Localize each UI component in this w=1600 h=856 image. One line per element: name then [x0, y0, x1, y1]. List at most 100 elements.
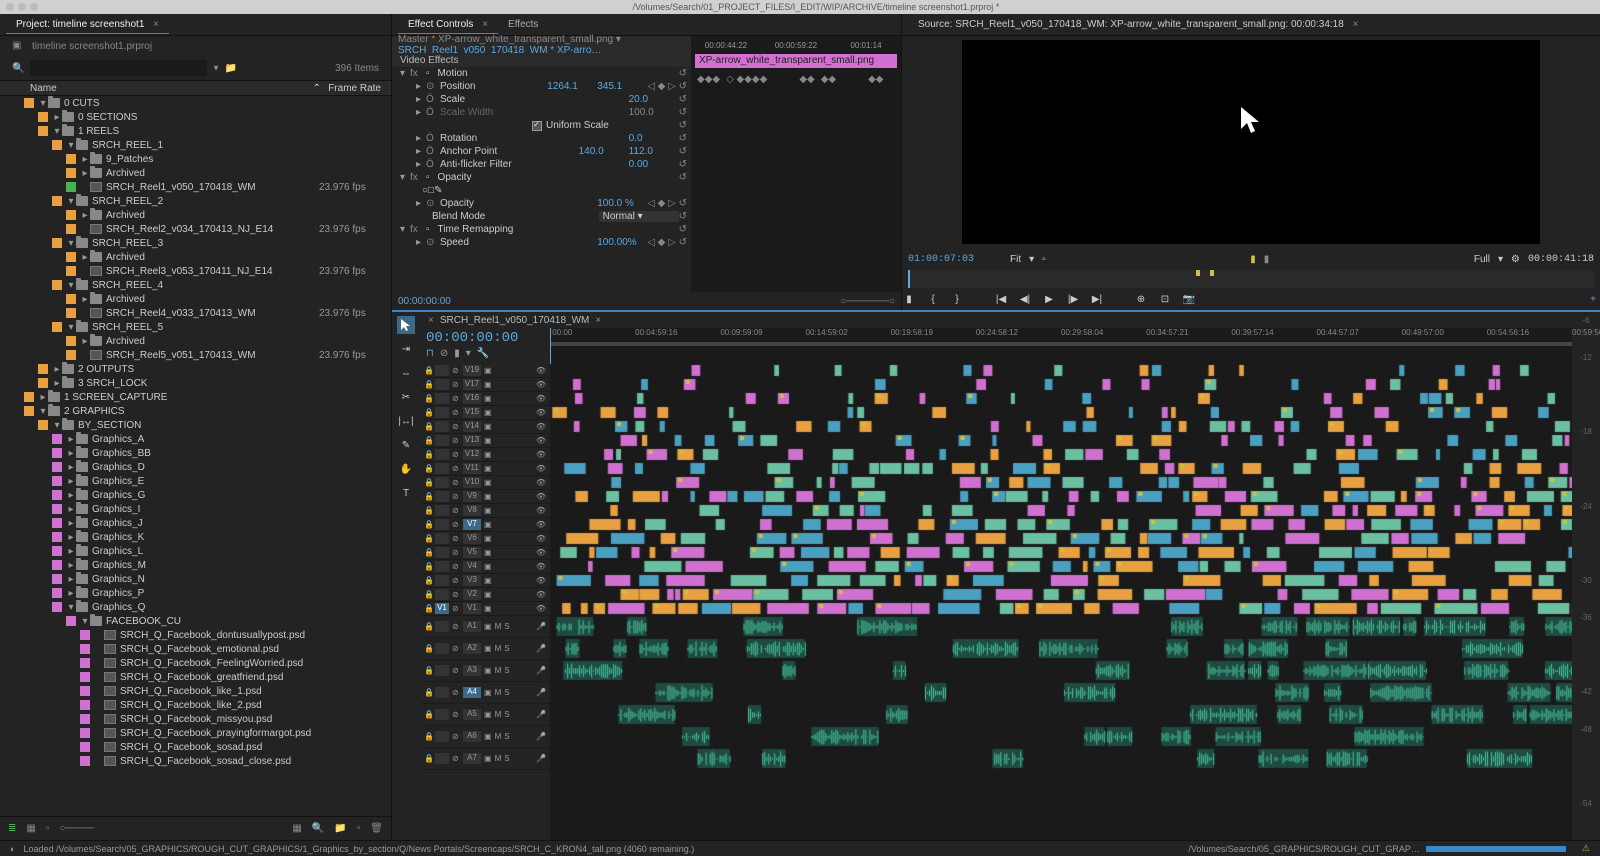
disclosure-arrow-icon[interactable]: ▸: [52, 364, 62, 375]
disclosure-arrow-icon[interactable]: ▸: [66, 448, 76, 459]
goto-in-button[interactable]: |◀: [994, 292, 1008, 306]
tab-project[interactable]: Project: timeline screenshot1 ×: [6, 16, 169, 34]
disclosure-arrow-icon[interactable]: ▸: [80, 154, 90, 165]
tree-item[interactable]: ▸3 SRCH_LOCK: [0, 376, 391, 390]
selection-tool[interactable]: [397, 316, 415, 334]
tree-item[interactable]: ▸Graphics_BB: [0, 446, 391, 460]
video-track-header[interactable]: 🔒⊘V8▣👁: [420, 504, 550, 518]
disclosure-arrow-icon[interactable]: ▾: [38, 406, 48, 417]
fx-dropdown-row[interactable]: Blend ModeNormal ▾↺: [392, 210, 691, 223]
tree-item[interactable]: ▾SRCH_REEL_1: [0, 138, 391, 152]
tree-item[interactable]: SRCH_Q_Facebook_sosad.psd: [0, 740, 391, 754]
disclosure-arrow-icon[interactable]: ▸: [66, 532, 76, 543]
new-bin-icon[interactable]: 📁: [224, 63, 236, 74]
disclosure-arrow-icon[interactable]: ▸: [66, 574, 76, 585]
disclosure-arrow-icon[interactable]: ▸: [38, 392, 48, 403]
snap-icon[interactable]: ⊓: [426, 348, 434, 359]
mark-in-button[interactable]: {: [926, 292, 940, 306]
mark-out-button[interactable]: }: [950, 292, 964, 306]
fx-property-row[interactable]: ▸ÖScale Width100.0↺: [392, 106, 691, 119]
timeline-timecode[interactable]: 00:00:00:00: [426, 330, 544, 346]
playhead[interactable]: [908, 270, 910, 288]
audio-track-header[interactable]: 🔒⊘A3▣MS🎤: [420, 660, 550, 682]
tree-item[interactable]: ▸Archived: [0, 166, 391, 180]
play-button[interactable]: ▶: [1042, 292, 1056, 306]
settings-icon[interactable]: ⚙: [1511, 254, 1520, 265]
video-track-header[interactable]: 🔒⊘V11▣👁: [420, 462, 550, 476]
disclosure-arrow-icon[interactable]: ▸: [66, 560, 76, 571]
disclosure-arrow-icon[interactable]: ▸: [80, 336, 90, 347]
audio-track-header[interactable]: 🔒⊘A5▣MS🎤: [420, 704, 550, 726]
disclosure-arrow-icon[interactable]: ▾: [66, 238, 76, 249]
zoom-slider[interactable]: ○────: [59, 823, 93, 834]
disclosure-arrow-icon[interactable]: ▸: [66, 504, 76, 515]
tab-source[interactable]: Source: SRCH_Reel1_v050_170418_WM: XP-ar…: [908, 16, 1368, 33]
fx-keyframe-row[interactable]: ◆◆◆ ◇ ◆◆◆◆ ◆◆ ◆◆ ◆◆: [691, 68, 901, 91]
tab-effect-controls[interactable]: Effect Controls ×: [398, 16, 498, 34]
disclosure-arrow-icon[interactable]: ▾: [66, 140, 76, 151]
audio-track-header[interactable]: 🔒⊘A7▣MS🎤: [420, 748, 550, 770]
video-track-header[interactable]: 🔒⊘V14▣👁: [420, 420, 550, 434]
fx-effect-header[interactable]: ▾fx▫Motion↺: [392, 67, 691, 80]
new-bin-icon[interactable]: 📁: [334, 823, 346, 834]
tree-item[interactable]: ▸Graphics_P: [0, 586, 391, 600]
video-track-header[interactable]: 🔒⊘V13▣👁: [420, 434, 550, 448]
tree-item[interactable]: ▸Graphics_M: [0, 558, 391, 572]
fx-property-row[interactable]: ▸ÖAnchor Point140.0112.0↺: [392, 145, 691, 158]
step-forward-button[interactable]: |▶: [1066, 292, 1080, 306]
sequence-tab[interactable]: SRCH_Reel1_v050_170418_WM: [440, 315, 590, 326]
icon-view-icon[interactable]: ▦: [26, 823, 35, 834]
video-track-header[interactable]: 🔒⊘V17▣👁: [420, 378, 550, 392]
slip-tool[interactable]: |↔|: [397, 412, 415, 430]
tree-item[interactable]: ▾SRCH_REEL_3: [0, 236, 391, 250]
disclosure-arrow-icon[interactable]: ▸: [80, 294, 90, 305]
marker-icon[interactable]: ▮: [454, 348, 460, 359]
source-video[interactable]: [962, 40, 1540, 244]
fx-timeline[interactable]: 00:00:44:2200:00:59:2200:01:14 XP-arrow_…: [691, 36, 901, 292]
tree-item[interactable]: ▸Graphics_D: [0, 460, 391, 474]
track-select-tool[interactable]: ⇥: [397, 340, 415, 358]
col-framerate[interactable]: Frame Rate: [321, 83, 391, 94]
tree-item[interactable]: ▸Graphics_A: [0, 432, 391, 446]
chevron-down-icon[interactable]: ▾: [1498, 254, 1503, 265]
tree-item[interactable]: ▾BY_SECTION: [0, 418, 391, 432]
tree-item[interactable]: SRCH_Reel5_v051_170413_WM23.976 fps: [0, 348, 391, 362]
fx-clip-bar[interactable]: XP-arrow_white_transparent_small.png: [695, 54, 897, 68]
disclosure-arrow-icon[interactable]: ▾: [80, 616, 90, 627]
audio-track-header[interactable]: 🔒⊘A2▣MS🎤: [420, 638, 550, 660]
tree-item[interactable]: ▸Archived: [0, 292, 391, 306]
fx-property-row[interactable]: ▸ÖRotation0.0↺: [392, 132, 691, 145]
tree-item[interactable]: SRCH_Q_Facebook_dontusuallypost.psd: [0, 628, 391, 642]
disclosure-arrow-icon[interactable]: ▾: [52, 126, 62, 137]
add-marker-button[interactable]: ▮: [902, 292, 916, 306]
fx-property-row[interactable]: ▸⊙Position1264.1345.1◁ ◆ ▷ ↺: [392, 80, 691, 93]
timeline-ruler[interactable]: :00:0000:04:59:1600:09:59:0900:14:59:020…: [550, 328, 1572, 364]
settings-icon[interactable]: ▾: [466, 348, 471, 359]
tree-item[interactable]: SRCH_Reel1_v050_170418_WM23.976 fps: [0, 180, 391, 194]
video-track-header[interactable]: 🔒⊘V2▣👁: [420, 588, 550, 602]
tree-item[interactable]: ▾SRCH_REEL_2: [0, 194, 391, 208]
fx-property-row[interactable]: ▸⊙Opacity100.0 %◁ ◆ ▷ ↺: [392, 197, 691, 210]
close-icon[interactable]: [6, 3, 14, 11]
zoom-scroll[interactable]: ○──────○: [840, 296, 895, 307]
tree-item[interactable]: ▸0 SECTIONS: [0, 110, 391, 124]
goto-out-button[interactable]: ▶|: [1090, 292, 1104, 306]
close-icon[interactable]: ×: [595, 315, 601, 326]
hand-tool[interactable]: ✋: [397, 460, 415, 478]
video-track-header[interactable]: 🔒⊘V3▣👁: [420, 574, 550, 588]
video-track-header[interactable]: 🔒⊘V19▣👁: [420, 364, 550, 378]
tab-effects[interactable]: Effects: [498, 16, 548, 34]
linked-selection-icon[interactable]: ⊘: [440, 348, 448, 359]
video-track-header[interactable]: 🔒⊘V10▣👁: [420, 476, 550, 490]
tree-item[interactable]: ▸1 SCREEN_CAPTURE: [0, 390, 391, 404]
video-track-header[interactable]: 🔒⊘V4▣👁: [420, 560, 550, 574]
find-icon[interactable]: 🔍: [312, 823, 324, 834]
tree-item[interactable]: SRCH_Q_Facebook_greatfriend.psd: [0, 670, 391, 684]
disclosure-arrow-icon[interactable]: ▸: [66, 476, 76, 487]
tree-item[interactable]: ▸Archived: [0, 208, 391, 222]
close-icon[interactable]: ×: [153, 19, 159, 30]
col-name[interactable]: Name: [30, 83, 313, 94]
close-icon[interactable]: ×: [1353, 19, 1359, 30]
video-track-header[interactable]: 🔒⊘V15▣👁: [420, 406, 550, 420]
freeform-view-icon[interactable]: ▫: [46, 823, 50, 834]
